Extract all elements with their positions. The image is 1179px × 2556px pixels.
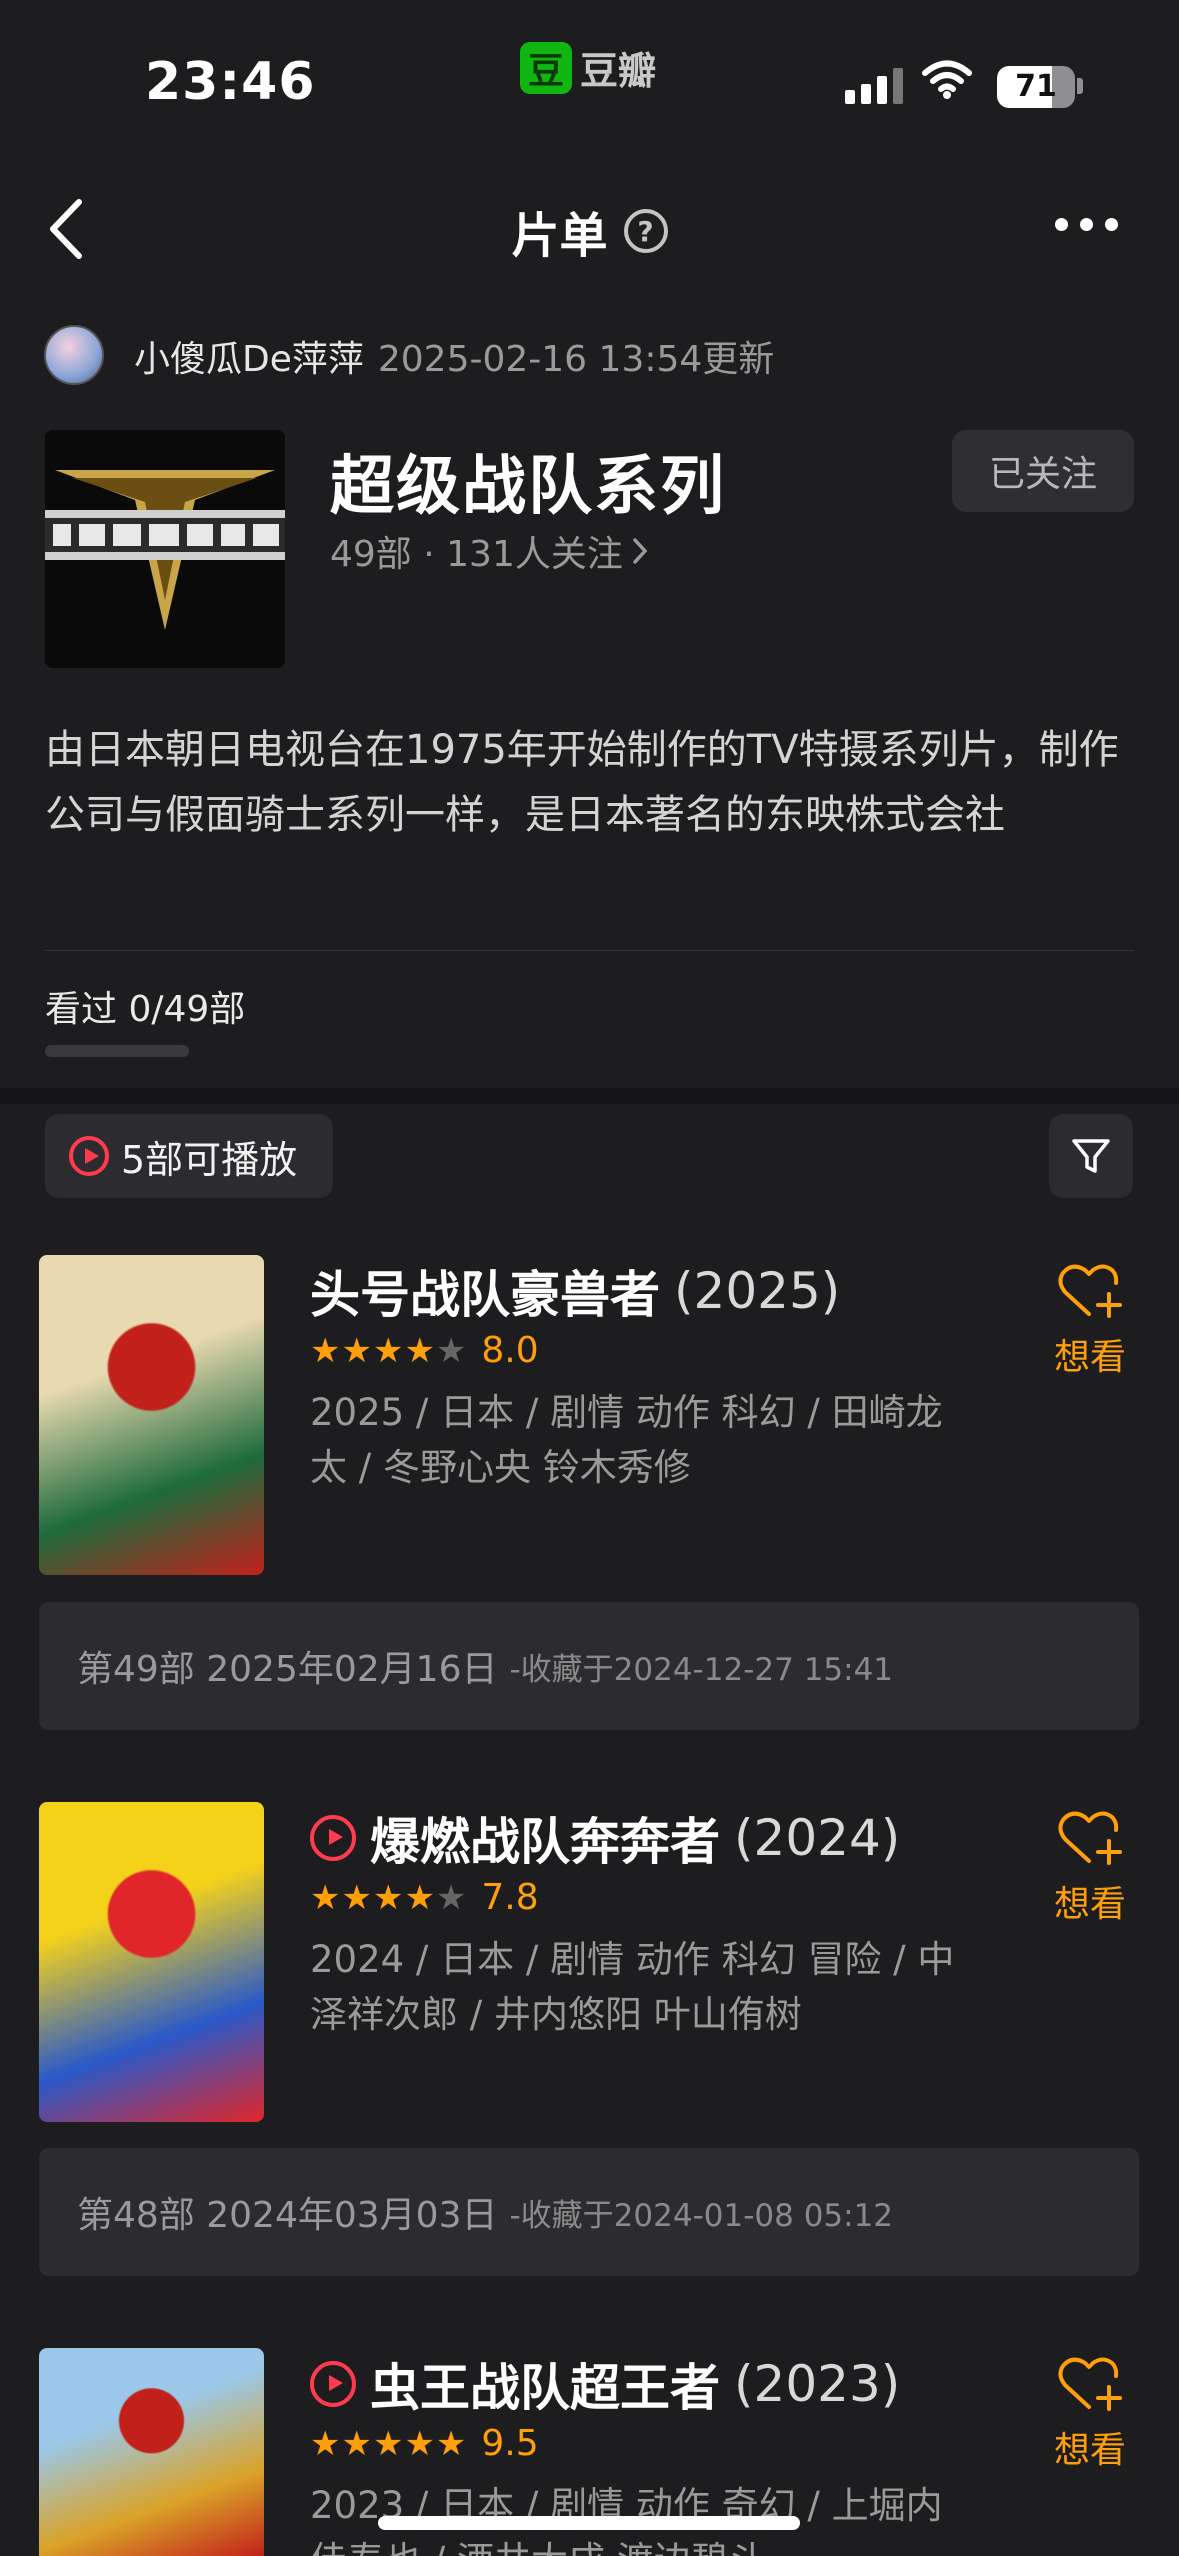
movie-info: 2024 / 日本 / 剧情 动作 科幻 冒险 / 中泽祥次郎 / 井内悠阳 叶… [310, 1938, 955, 2036]
douban-logo-icon: 豆 [520, 41, 572, 94]
movie-name: 爆燃战队奔奔者 [370, 1813, 720, 1871]
star-rating-icon: ★★★★★ [310, 1330, 468, 1371]
play-circle-icon [310, 1815, 356, 1861]
note-order-date: 第48部 2024年03月03日 [77, 2195, 498, 2236]
page-title: 片单 [511, 208, 608, 264]
movie-note: 第48部 2024年03月03日 -收藏于2024-01-08 05:12 [39, 2148, 1139, 2276]
home-indicator[interactable] [378, 2516, 800, 2530]
list-meta-link[interactable]: 49部 · 131人关注 [330, 525, 649, 577]
heart-plus-icon [1058, 1264, 1122, 1318]
want-to-watch-button[interactable]: 想看 [1040, 1262, 1140, 1380]
play-circle-icon [310, 2361, 356, 2407]
app-indicator: 豆 豆瓣 [520, 40, 656, 95]
note-saved-time: -收藏于2024-01-08 05:12 [509, 2197, 894, 2234]
author-name[interactable]: 小傻瓜De萍萍 [134, 330, 364, 382]
heart-plus-icon [1058, 1811, 1122, 1865]
note-saved-time: -收藏于2024-12-27 15:41 [509, 1651, 894, 1688]
updated-time: 2025-02-16 13:54更新 [377, 339, 775, 380]
list-cover-image [45, 430, 285, 668]
filter-button[interactable] [1049, 1114, 1133, 1198]
movie-year: (2023) [734, 2355, 901, 2413]
movie-title[interactable]: 头号战队豪兽者 (2025) [310, 1255, 840, 1327]
more-options-icon[interactable] [1055, 218, 1118, 231]
section-separator [0, 1088, 1179, 1104]
want-to-watch-button[interactable]: 想看 [1040, 2355, 1140, 2473]
play-circle-icon [69, 1136, 109, 1176]
list-description: 由日本朝日电视台在1975年开始制作的TV特摄系列片，制作公司与假面骑士系列一样… [45, 727, 1119, 838]
rating-score: 9.5 [481, 2423, 539, 2464]
star-rating-icon: ★★★★★ [310, 1877, 468, 1918]
heart-plus-icon [1058, 2357, 1122, 2411]
filter-funnel-icon [1072, 1139, 1110, 1173]
rating-score: 8.0 [481, 1330, 539, 1371]
help-icon[interactable]: ? [623, 209, 668, 253]
author-avatar[interactable] [44, 325, 104, 385]
want-label: 想看 [1053, 1884, 1126, 1925]
movie-rating: ★★★★★ 7.8 [310, 1877, 539, 1918]
app-name: 豆瓣 [580, 49, 657, 93]
movie-rating: ★★★★★ 8.0 [310, 1330, 539, 1371]
watched-count: 看过 0/49部 [45, 989, 246, 1030]
movie-name: 虫王战队超王者 [370, 2359, 720, 2417]
want-label: 想看 [1053, 2430, 1126, 2471]
author-line: 小傻瓜De萍萍 2025-02-16 13:54更新 [134, 330, 774, 382]
movie-poster[interactable] [39, 1255, 264, 1575]
playable-filter-chip[interactable]: 5部可播放 [45, 1114, 333, 1198]
want-to-watch-button[interactable]: 想看 [1040, 1809, 1140, 1927]
movie-poster[interactable] [39, 1802, 264, 2122]
star-rating-icon: ★★★★★ [310, 2423, 468, 2464]
movie-rating: ★★★★★ 9.5 [310, 2423, 539, 2464]
battery-icon: 71 [997, 66, 1075, 108]
movie-info: 2025 / 日本 / 剧情 动作 科幻 / 田崎龙太 / 冬野心央 铃木秀修 [310, 1391, 943, 1489]
list-meta-text: 49部 · 131人关注 [330, 534, 623, 575]
cellular-signal-icon [845, 68, 903, 104]
rating-score: 7.8 [481, 1877, 539, 1918]
status-time: 23:46 [145, 52, 316, 112]
note-order-date: 第49部 2025年02月16日 [77, 1649, 498, 1690]
follow-button[interactable]: 已关注 [952, 430, 1134, 512]
movie-note: 第49部 2025年02月16日 -收藏于2024-12-27 15:41 [39, 1602, 1139, 1730]
watched-progress-bar [45, 1045, 189, 1057]
movie-title[interactable]: 爆燃战队奔奔者 (2024) [310, 1802, 900, 1874]
movie-name: 头号战队豪兽者 [310, 1266, 660, 1324]
want-label: 想看 [1053, 1337, 1126, 1378]
movie-year: (2025) [674, 1262, 841, 1320]
movie-year: (2024) [734, 1809, 901, 1867]
movie-title[interactable]: 虫王战队超王者 (2023) [310, 2348, 900, 2420]
battery-level: 71 [1015, 69, 1057, 104]
list-title: 超级战队系列 [330, 450, 726, 524]
chevron-right-icon [633, 538, 648, 564]
movie-poster[interactable] [39, 2348, 264, 2556]
divider [45, 950, 1134, 951]
playable-label: 5部可播放 [121, 1137, 298, 1182]
wifi-icon [922, 60, 972, 99]
nav-title-bar: 片单 ? [0, 196, 1179, 266]
battery-tip [1077, 78, 1083, 94]
